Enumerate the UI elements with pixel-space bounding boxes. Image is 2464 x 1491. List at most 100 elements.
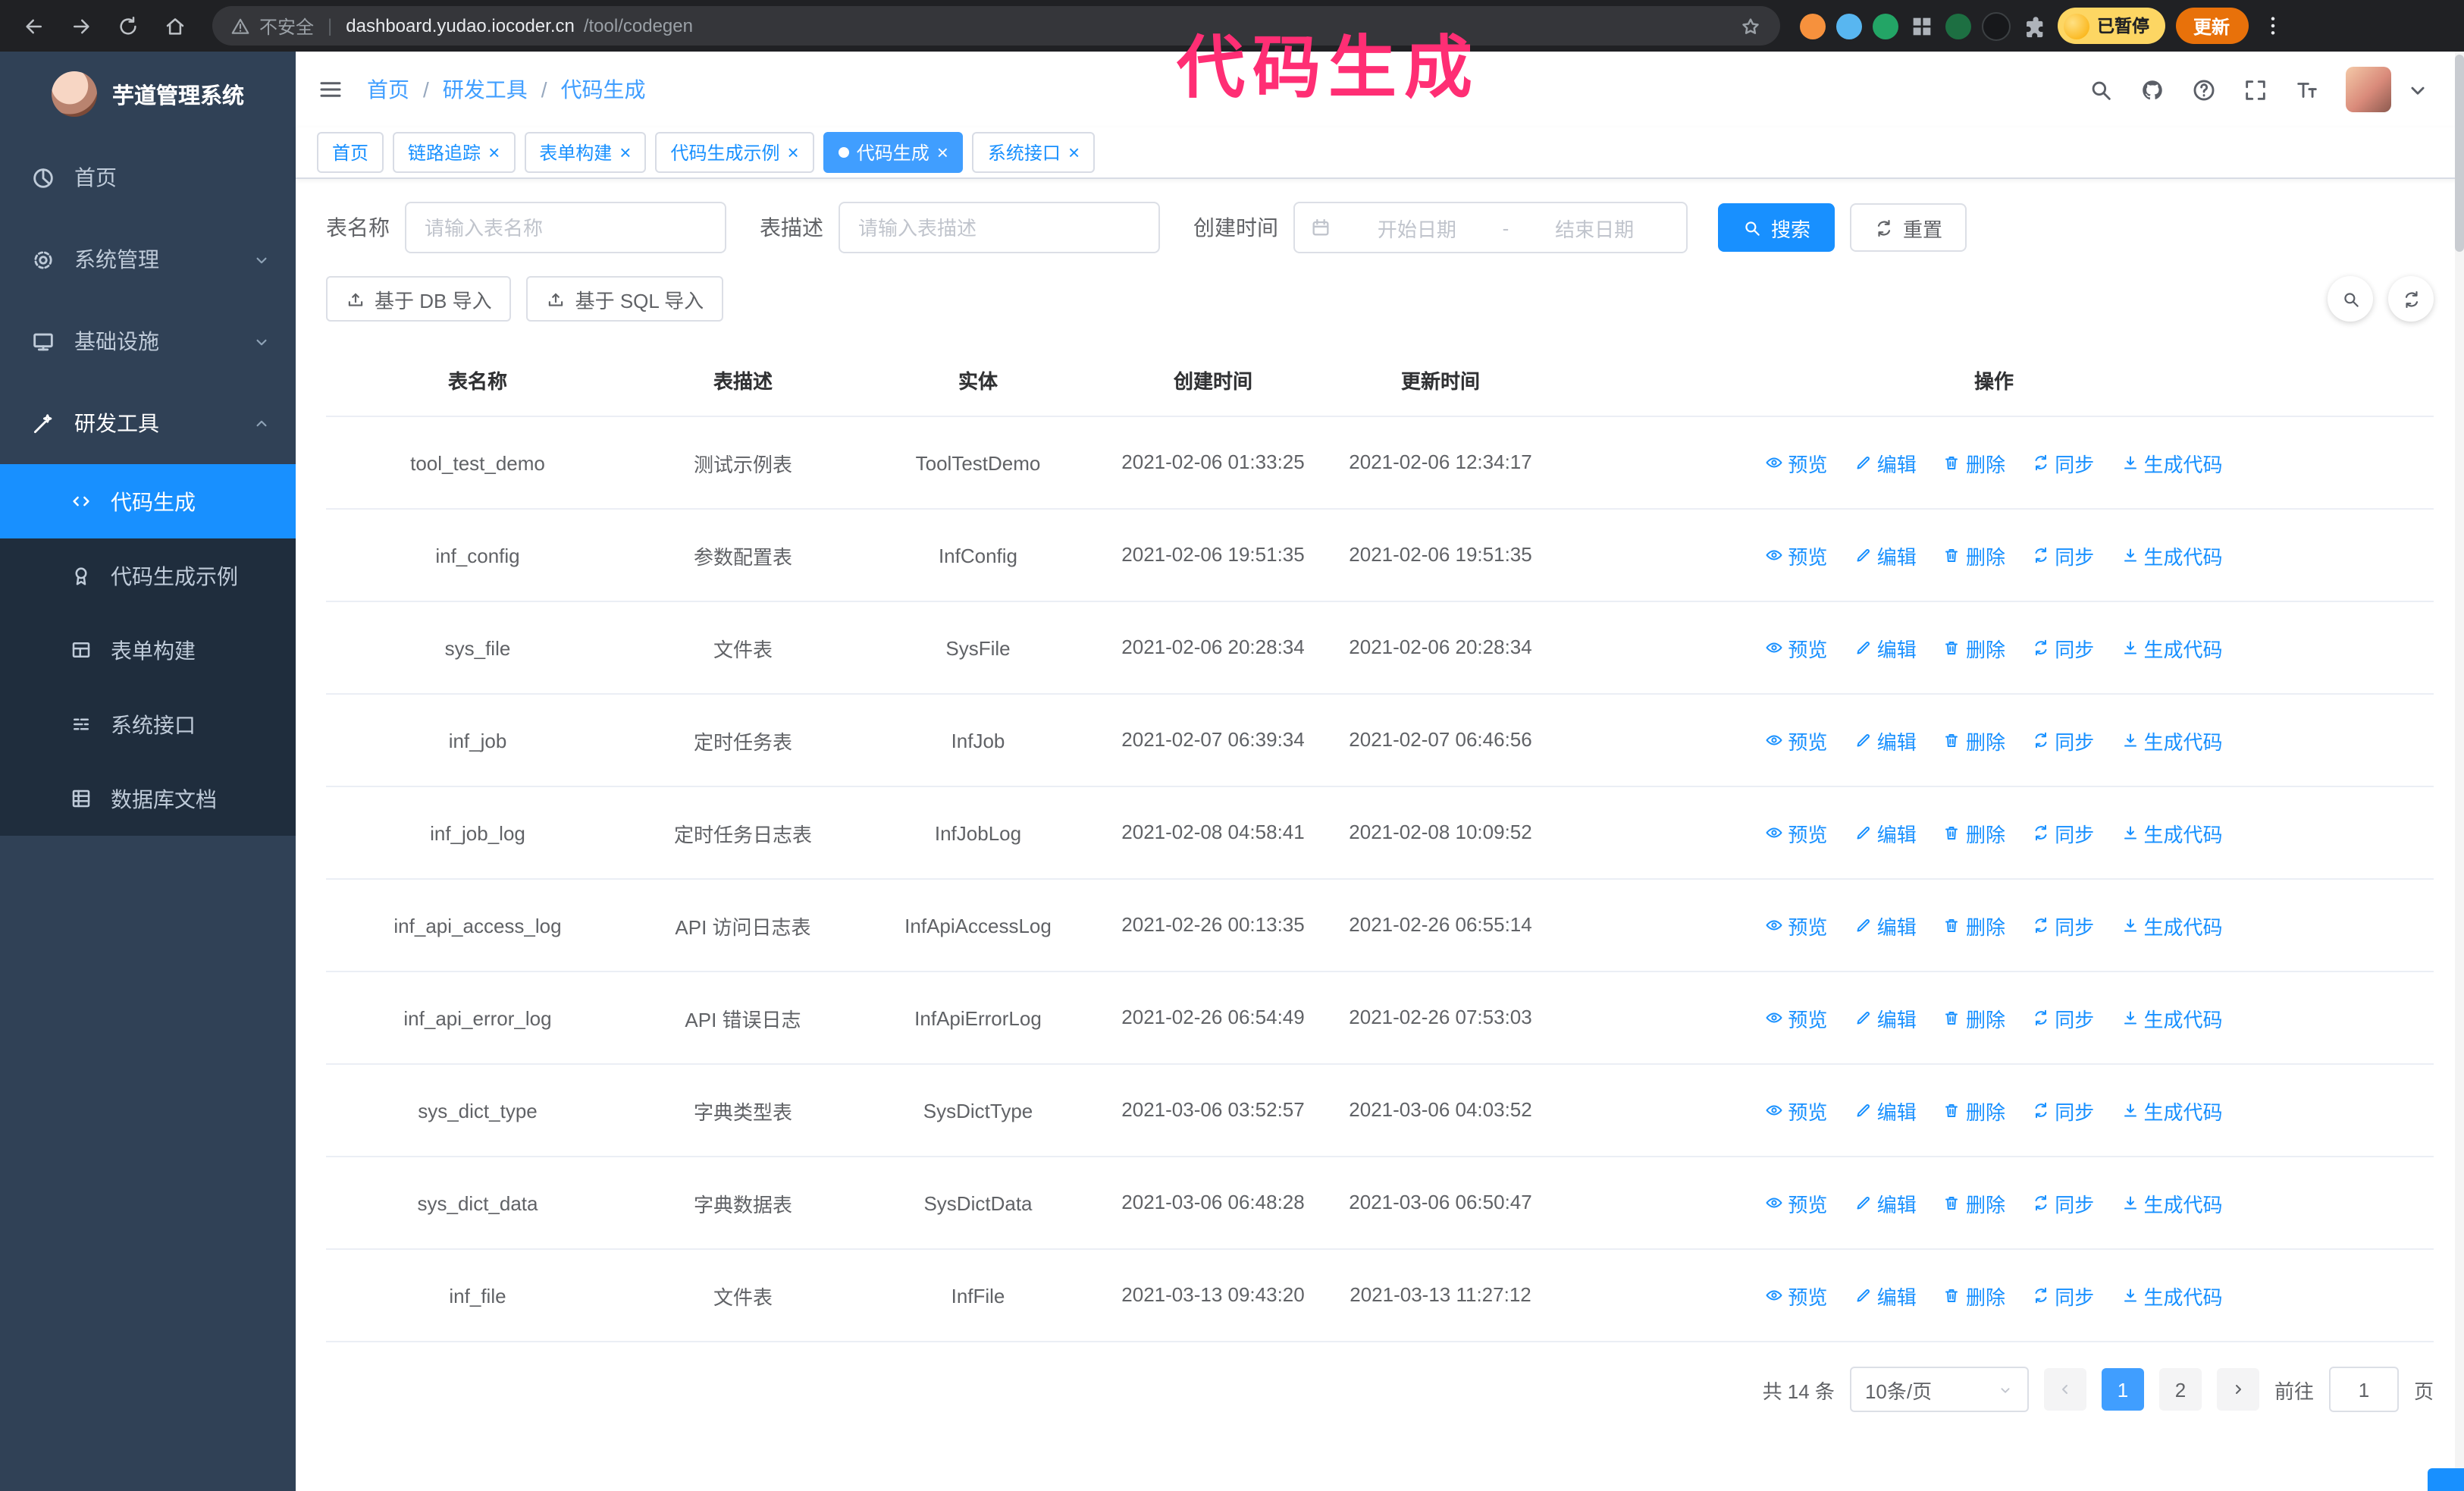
delete-link[interactable]: 删除 [1943,1188,2005,1217]
tab-system-api[interactable]: 系统接口 [972,132,1096,173]
sync-link[interactable]: 同步 [2032,448,2094,477]
home-button[interactable] [156,8,193,44]
extension-icon[interactable] [1836,13,1862,39]
sidebar-item-form-builder[interactable]: 表单构建 [0,613,296,687]
preview-link[interactable]: 预览 [1765,1188,1827,1217]
chevron-down-icon[interactable] [2405,77,2431,102]
extension-icon[interactable] [1945,13,1971,39]
generate-code-link[interactable]: 生成代码 [2121,1003,2223,1032]
preview-link[interactable]: 预览 [1765,818,1827,847]
sync-link[interactable]: 同步 [2032,1096,2094,1125]
page-size-select[interactable]: 10条/页 [1849,1367,2029,1412]
delete-link[interactable]: 删除 [1943,1281,2005,1310]
page-button-1[interactable]: 1 [2101,1368,2144,1411]
generate-code-link[interactable]: 生成代码 [2121,541,2223,570]
user-avatar[interactable] [2346,67,2391,112]
edit-link[interactable]: 编辑 [1854,818,1917,847]
delete-link[interactable]: 删除 [1943,911,2005,940]
tab-form-builder[interactable]: 表单构建 [524,132,647,173]
search-icon[interactable] [2088,77,2114,102]
edit-link[interactable]: 编辑 [1854,1188,1917,1217]
chrome-update-button[interactable]: 更新 [2175,8,2249,44]
forward-button[interactable] [62,8,99,44]
reset-button[interactable]: 重置 [1850,203,1967,252]
back-button[interactable] [15,8,52,44]
preview-link[interactable]: 预览 [1765,911,1827,940]
sidebar-item-system[interactable]: 系统管理 [0,218,296,300]
edit-link[interactable]: 编辑 [1854,726,1917,755]
sidebar-item-home[interactable]: 首页 [0,137,296,218]
import-db-button[interactable]: 基于 DB 导入 [326,276,512,322]
delete-link[interactable]: 删除 [1943,1096,2005,1125]
sync-link[interactable]: 同步 [2032,1188,2094,1217]
help-icon[interactable] [2191,77,2217,102]
sync-link[interactable]: 同步 [2032,818,2094,847]
generate-code-link[interactable]: 生成代码 [2121,448,2223,477]
search-button[interactable]: 搜索 [1718,203,1835,252]
sidebar-item-codegen-example[interactable]: 代码生成示例 [0,538,296,613]
refresh-button[interactable] [2388,276,2434,322]
sidebar-item-db-doc[interactable]: 数据库文档 [0,761,296,836]
generate-code-link[interactable]: 生成代码 [2121,1281,2223,1310]
edit-link[interactable]: 编辑 [1854,911,1917,940]
extensions-grid-icon[interactable] [1909,13,1935,39]
close-icon[interactable] [1068,143,1080,162]
generate-code-link[interactable]: 生成代码 [2121,1188,2223,1217]
sidebar-item-infrastructure[interactable]: 基础设施 [0,300,296,382]
sync-link[interactable]: 同步 [2032,726,2094,755]
import-sql-button[interactable]: 基于 SQL 导入 [526,276,724,322]
scrollbar-thumb[interactable] [2455,55,2464,252]
generate-code-link[interactable]: 生成代码 [2121,633,2223,662]
date-range-picker[interactable]: 开始日期 - 结束日期 [1293,202,1688,253]
edit-link[interactable]: 编辑 [1854,633,1917,662]
breadcrumb-home[interactable]: 首页 [367,74,443,105]
page-button-2[interactable]: 2 [2158,1368,2202,1411]
tab-trace[interactable]: 链路追踪 [393,132,516,173]
search-toggle-button[interactable] [2328,276,2373,322]
sync-link[interactable]: 同步 [2032,541,2094,570]
backtop-button[interactable] [2428,1468,2464,1491]
preview-link[interactable]: 预览 [1765,1281,1827,1310]
preview-link[interactable]: 预览 [1765,726,1827,755]
sidebar-item-system-api[interactable]: 系统接口 [0,687,296,761]
github-icon[interactable] [2140,77,2165,102]
prev-page-button[interactable] [2043,1368,2086,1411]
edit-link[interactable]: 编辑 [1854,1281,1917,1310]
close-icon[interactable] [788,143,799,162]
url-bar[interactable]: 不安全 | dashboard.yudao.iocoder.cn/tool/co… [212,6,1780,46]
profile-paused-chip[interactable]: 已暂停 [2058,8,2165,44]
delete-link[interactable]: 删除 [1943,448,2005,477]
sync-link[interactable]: 同步 [2032,1003,2094,1032]
generate-code-link[interactable]: 生成代码 [2121,726,2223,755]
delete-link[interactable]: 删除 [1943,541,2005,570]
puzzle-icon[interactable] [2021,13,2047,39]
tab-home[interactable]: 首页 [317,132,384,173]
delete-link[interactable]: 删除 [1943,1003,2005,1032]
sidebar-item-devtools[interactable]: 研发工具 [0,382,296,464]
breadcrumb-devtools[interactable]: 研发工具 [443,74,561,105]
edit-link[interactable]: 编辑 [1854,1096,1917,1125]
generate-code-link[interactable]: 生成代码 [2121,1096,2223,1125]
generate-code-link[interactable]: 生成代码 [2121,818,2223,847]
next-page-button[interactable] [2216,1368,2259,1411]
reload-button[interactable] [109,8,146,44]
fullscreen-icon[interactable] [2243,77,2268,102]
table-desc-input[interactable] [839,202,1160,253]
delete-link[interactable]: 删除 [1943,818,2005,847]
scrollbar[interactable] [2455,52,2464,1491]
preview-link[interactable]: 预览 [1765,1096,1827,1125]
edit-link[interactable]: 编辑 [1854,541,1917,570]
edit-link[interactable]: 编辑 [1854,1003,1917,1032]
extension-icon[interactable] [1800,13,1826,39]
preview-link[interactable]: 预览 [1765,541,1827,570]
edit-link[interactable]: 编辑 [1854,448,1917,477]
generate-code-link[interactable]: 生成代码 [2121,911,2223,940]
delete-link[interactable]: 删除 [1943,633,2005,662]
goto-page-input[interactable] [2328,1367,2399,1412]
delete-link[interactable]: 删除 [1943,726,2005,755]
preview-link[interactable]: 预览 [1765,633,1827,662]
sync-link[interactable]: 同步 [2032,633,2094,662]
sidebar-item-codegen[interactable]: 代码生成 [0,464,296,538]
chrome-menu-icon[interactable] [2259,9,2286,42]
sync-link[interactable]: 同步 [2032,1281,2094,1310]
